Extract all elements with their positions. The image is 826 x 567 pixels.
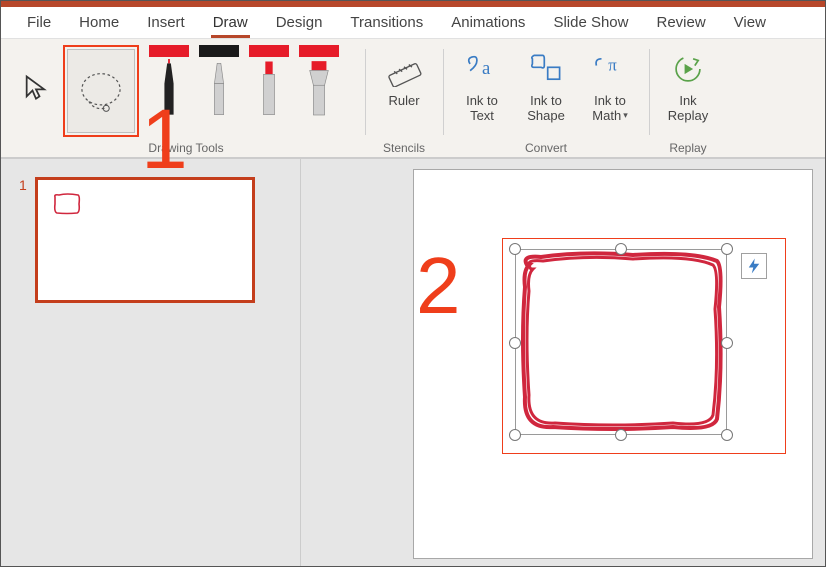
group-label-convert: Convert (455, 141, 637, 155)
group-label-drawing-tools: Drawing Tools (19, 141, 353, 155)
tab-animations[interactable]: Animations (437, 10, 539, 35)
ink-to-math-l2: Math (592, 108, 621, 123)
lightning-icon (745, 257, 763, 275)
pen-tool-red[interactable] (149, 45, 189, 119)
annotation-box-2 (502, 238, 786, 454)
ruler-icon (386, 51, 422, 87)
svg-text:a: a (482, 58, 491, 79)
group-drawing-tools: Drawing Tools (11, 45, 361, 155)
ink-to-math-l1: Ink to (594, 93, 626, 108)
ink-replay-l2: Replay (668, 108, 708, 123)
ink-to-text-l1: Ink to (466, 93, 498, 108)
pen-icon (208, 59, 230, 119)
cursor-icon (22, 73, 50, 101)
chevron-down-icon: ▾ (623, 110, 628, 121)
pen-tool-highlighter[interactable] (299, 45, 339, 119)
resize-handle-ne[interactable] (721, 243, 733, 255)
ink-to-shape-button[interactable]: Ink to Shape (519, 45, 573, 123)
select-tool[interactable] (19, 45, 53, 129)
annotation-step-2: 2 (416, 240, 461, 332)
lasso-select-tool[interactable] (67, 49, 135, 133)
ink-replay-l1: Ink (679, 93, 696, 108)
tab-insert[interactable]: Insert (133, 10, 199, 35)
ink-to-shape-icon (529, 52, 563, 86)
ink-replay-icon (671, 52, 705, 86)
tab-home[interactable]: Home (65, 10, 133, 35)
resize-handle-e[interactable] (721, 337, 733, 349)
tab-view[interactable]: View (720, 10, 780, 35)
highlighter-icon (306, 59, 332, 119)
slide-editor[interactable]: 2 (301, 159, 825, 566)
resize-handle-se[interactable] (721, 429, 733, 441)
slide-thumbnail-panel: 1 (1, 159, 301, 566)
pen-swatch-highlighter (299, 45, 339, 57)
group-stencils: Ruler Stencils (369, 45, 439, 155)
group-convert: a Ink to Text Ink to Shape (447, 45, 645, 155)
svg-text:π: π (608, 56, 617, 75)
slide-canvas[interactable]: 2 (413, 169, 813, 559)
annotation-box-1 (63, 45, 139, 137)
tab-design[interactable]: Design (262, 10, 337, 35)
animation-badge[interactable] (741, 253, 767, 279)
pen-icon (158, 59, 180, 119)
group-label-replay: Replay (661, 141, 715, 155)
tab-review[interactable]: Review (642, 10, 719, 35)
resize-handle-s[interactable] (615, 429, 627, 441)
pen-swatch-black (199, 45, 239, 57)
ribbon-tabbar: File Home Insert Draw Design Transitions… (1, 7, 825, 39)
ink-replay-button[interactable]: Ink Replay (661, 45, 715, 123)
ribbon: Drawing Tools Ruler Stencils (1, 39, 825, 159)
pen-swatch-red (149, 45, 189, 57)
resize-handle-sw[interactable] (509, 429, 521, 441)
pen-tool-black[interactable] (199, 45, 239, 119)
ink-to-text-l2: Text (470, 108, 494, 123)
resize-handle-nw[interactable] (509, 243, 521, 255)
selection-bounding-box[interactable] (515, 249, 727, 435)
resize-handle-w[interactable] (509, 337, 521, 349)
marker-icon (258, 59, 280, 119)
thumbnail-number-1: 1 (19, 177, 27, 193)
resize-handle-n[interactable] (615, 243, 627, 255)
ink-to-shape-l1: Ink to (530, 93, 562, 108)
tab-file[interactable]: File (13, 10, 65, 35)
lasso-icon (75, 62, 127, 120)
pen-swatch-marker (249, 45, 289, 57)
workspace: 1 2 (1, 159, 825, 566)
tab-transitions[interactable]: Transitions (336, 10, 437, 35)
slide-thumbnail-1[interactable] (35, 177, 255, 303)
group-replay: Ink Replay Replay (653, 45, 723, 155)
tab-slide-show[interactable]: Slide Show (539, 10, 642, 35)
thumbnail-ink-shape (52, 192, 82, 216)
ink-to-shape-l2: Shape (527, 108, 565, 123)
ink-to-text-icon: a (465, 52, 499, 86)
ink-to-math-icon: π (593, 52, 627, 86)
ruler-label: Ruler (388, 93, 419, 108)
ruler-button[interactable]: Ruler (377, 45, 431, 108)
pen-tool-marker[interactable] (249, 45, 289, 119)
ink-to-text-button[interactable]: a Ink to Text (455, 45, 509, 123)
tab-draw[interactable]: Draw (199, 10, 262, 35)
group-label-stencils: Stencils (377, 141, 431, 155)
ink-to-math-button[interactable]: π Ink to Math ▾ (583, 45, 637, 123)
